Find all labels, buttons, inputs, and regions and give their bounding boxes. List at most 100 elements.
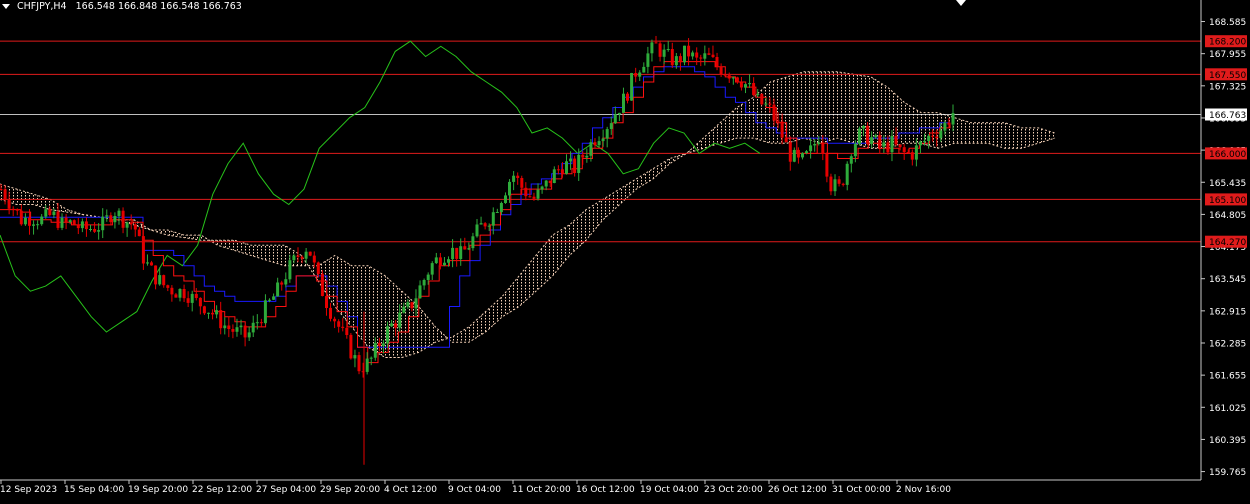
candle-body	[288, 260, 292, 280]
candle-body	[951, 113, 955, 125]
candle-body	[479, 223, 483, 225]
level-price-label: 167.550	[1209, 71, 1246, 81]
candle-body	[817, 142, 821, 144]
candle-body	[146, 262, 149, 264]
candle-body	[569, 158, 573, 162]
y-tick-label: 167.325	[1209, 82, 1246, 92]
candle-body	[243, 325, 247, 338]
chart-canvas[interactable]: 168.585167.955167.325166.695166.065165.4…	[0, 0, 1250, 500]
candle-body	[447, 259, 450, 263]
candle-body	[837, 179, 841, 184]
candle-body	[141, 236, 145, 264]
symbol-dropdown-icon[interactable]	[2, 4, 10, 9]
candle-body	[699, 57, 703, 59]
candle-body	[60, 217, 64, 228]
candle-body	[849, 156, 853, 164]
x-tick-label: 2 Nov 16:00	[896, 485, 951, 495]
candle-body	[7, 199, 11, 209]
candle-body	[418, 285, 422, 299]
candle-body	[186, 298, 190, 303]
chart-header: CHFJPY,H4 166.548 166.848 166.548 166.76…	[2, 1, 242, 12]
candle-body	[919, 141, 922, 146]
candle-body	[589, 142, 593, 156]
candle-body	[845, 163, 849, 185]
candle-body	[634, 73, 638, 77]
candle-body	[678, 56, 682, 63]
candle-body	[28, 217, 31, 226]
candle-body	[84, 221, 88, 230]
candle-body	[638, 72, 642, 77]
candle-body	[402, 306, 406, 313]
candle-body	[813, 144, 817, 146]
candle-body	[430, 263, 434, 275]
candle-body	[308, 251, 312, 256]
candle-body	[56, 211, 60, 228]
candle-body	[410, 302, 414, 309]
candle-body	[386, 326, 389, 344]
candle-body	[622, 93, 625, 113]
candle-body	[613, 114, 617, 124]
candle-body	[882, 142, 886, 147]
x-tick-label: 23 Oct 20:00	[704, 485, 763, 495]
candle-body	[935, 136, 939, 139]
candle-body	[536, 189, 540, 199]
candle-body	[329, 307, 332, 319]
x-tick-label: 9 Oct 04:00	[448, 485, 501, 495]
candle-body	[398, 312, 402, 328]
candle-body	[910, 152, 914, 160]
candle-body	[345, 327, 349, 335]
candle-body	[788, 142, 792, 162]
candle-body	[593, 142, 597, 146]
candle-body	[113, 216, 117, 223]
candle-body	[650, 42, 654, 54]
candle-body	[276, 282, 280, 297]
candle-body	[377, 342, 381, 346]
candle-body	[715, 57, 719, 67]
candle-body	[198, 297, 202, 307]
candle-body	[719, 66, 723, 75]
candle-body	[455, 247, 459, 259]
candle-body	[630, 73, 634, 101]
candle-body	[874, 135, 878, 138]
y-tick-label: 161.655	[1209, 372, 1246, 382]
candle-body	[626, 93, 629, 101]
candle-body	[866, 125, 870, 145]
candle-body	[251, 322, 255, 333]
candle-body	[483, 223, 487, 227]
chart-window[interactable]: 168.585167.955167.325166.695166.065165.4…	[0, 0, 1250, 500]
candle-body	[381, 343, 385, 346]
candle-body	[760, 93, 764, 105]
candle-body	[333, 318, 337, 322]
candle-body	[923, 140, 926, 142]
y-tick-label: 163.545	[1209, 275, 1246, 285]
candle-body	[683, 45, 686, 63]
candle-body	[19, 210, 23, 225]
candle-body	[756, 93, 760, 96]
candle-body	[524, 187, 528, 197]
candle-body	[89, 229, 92, 230]
candle-body	[687, 45, 691, 57]
level-price-label: 166.000	[1209, 150, 1246, 160]
candle-body	[914, 145, 918, 160]
candle-body	[642, 66, 646, 73]
candle-body	[516, 175, 520, 178]
candle-body	[231, 329, 235, 332]
candle-body	[898, 144, 902, 148]
candle-body	[597, 141, 601, 146]
candle-body	[862, 125, 865, 129]
candle-body	[809, 145, 813, 152]
candle-body	[857, 128, 861, 144]
shift-marker-icon[interactable]	[956, 0, 966, 6]
candle-body	[93, 229, 97, 232]
candle-body	[471, 236, 475, 249]
y-tick-label: 162.285	[1209, 340, 1246, 350]
candle-body	[805, 151, 808, 154]
candle-body	[414, 298, 418, 309]
candle-body	[821, 142, 825, 154]
candle-body	[117, 210, 121, 216]
y-tick-label: 168.585	[1209, 18, 1246, 28]
candle-body	[268, 299, 271, 301]
candle-body	[292, 255, 296, 261]
candle-body	[125, 222, 129, 228]
candle-body	[695, 52, 699, 58]
